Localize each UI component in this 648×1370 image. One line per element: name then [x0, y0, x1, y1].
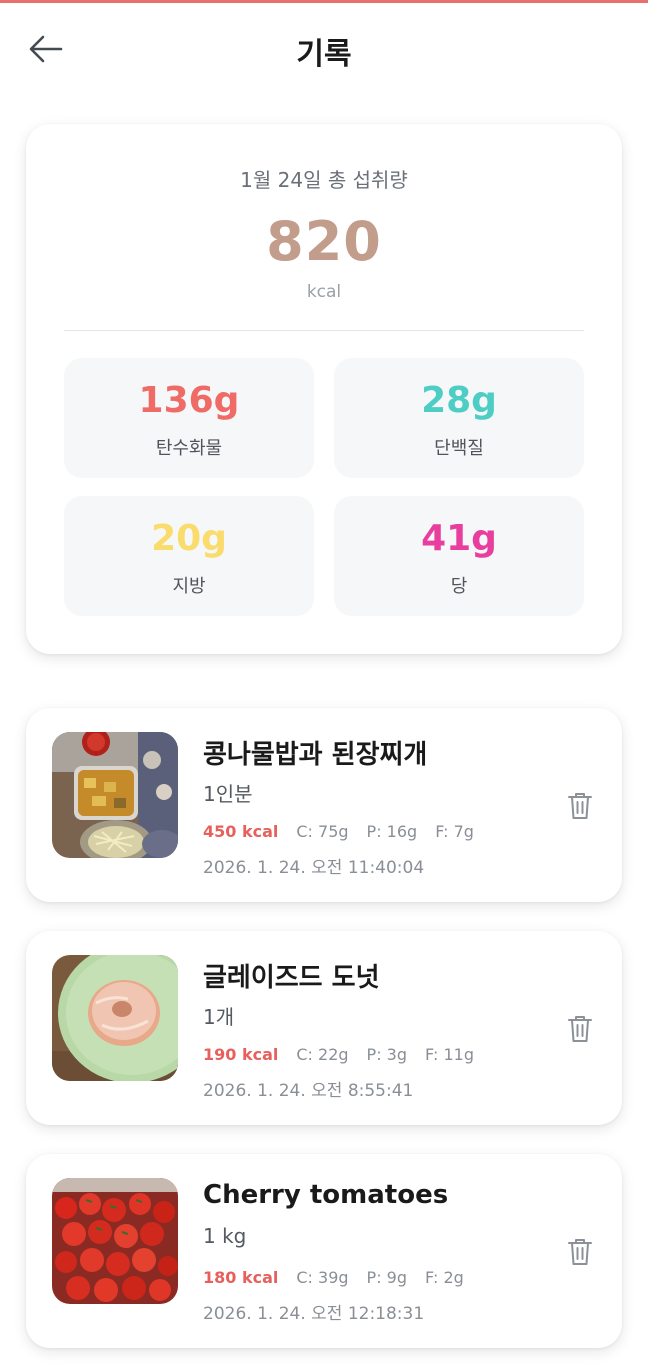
food-kcal: 450 kcal [203, 822, 279, 841]
total-kcal-unit: kcal [306, 282, 342, 302]
food-entry-card[interactable]: 콩나물밥과 된장찌개 1인분 450 kcal C: 75g P: 16g F: 7g… [26, 708, 622, 902]
trash-icon [568, 793, 592, 819]
food-nutrition: 190 kcal C: 22g P: 3g F: 11g [203, 1045, 474, 1064]
trash-icon [568, 1239, 592, 1265]
food-entry-card[interactable]: Cherry tomatoes 1 kg 180 kcal C: 39g P: 9g… [26, 1154, 622, 1348]
food-entry-card[interactable]: 글레이즈드 도넛 1개 190 kcal C: 22g P: 3g F: 11g 20… [26, 931, 622, 1125]
food-fat: F: 11g [425, 1045, 474, 1064]
food-protein: P: 9g [366, 1268, 408, 1287]
food-nutrition: 450 kcal C: 75g P: 16g F: 7g [203, 822, 474, 841]
macro-card-sugar: 41g 당 [334, 496, 584, 616]
macro-card-carbs: 136g 탄수화물 [64, 358, 314, 478]
daily-summary-card: 1월 24일 총 섭취량 820 kcal 136g 탄수화물 28g 단백질 … [26, 124, 622, 654]
food-name: 콩나물밥과 된장찌개 [203, 740, 428, 770]
fat-value: 20g [151, 518, 227, 559]
sugar-value: 41g [421, 518, 497, 559]
delete-button[interactable] [564, 1234, 596, 1270]
protein-label: 단백질 [434, 438, 484, 459]
food-fat: F: 7g [435, 822, 474, 841]
fat-label: 지방 [172, 576, 206, 597]
food-kcal: 190 kcal [203, 1045, 279, 1064]
delete-button[interactable] [564, 1011, 596, 1047]
carbs-value: 136g [138, 380, 240, 421]
page-title: 기록 [296, 37, 352, 72]
food-name: Cherry tomatoes [203, 1180, 449, 1210]
food-timestamp: 2026. 1. 24. 오전 11:40:04 [203, 858, 425, 878]
food-nutrition: 180 kcal C: 39g P: 9g F: 2g [203, 1268, 464, 1287]
food-protein: P: 3g [366, 1045, 408, 1064]
food-photo [52, 732, 178, 858]
macro-card-protein: 28g 단백질 [334, 358, 584, 478]
summary-date-label: 1월 24일 총 섭취량 [240, 168, 408, 192]
food-quantity: 1 kg [203, 1224, 247, 1248]
food-carbs: C: 39g [296, 1268, 349, 1287]
summary-divider [64, 330, 584, 331]
food-protein: P: 16g [366, 822, 418, 841]
food-quantity: 1개 [203, 1005, 235, 1029]
sugar-label: 당 [450, 576, 468, 597]
protein-value: 28g [421, 380, 497, 421]
delete-button[interactable] [564, 788, 596, 824]
food-photo [52, 1178, 178, 1304]
macro-card-fat: 20g 지방 [64, 496, 314, 616]
food-name: 글레이즈드 도넛 [203, 963, 380, 993]
food-kcal: 180 kcal [203, 1268, 279, 1287]
total-kcal-value: 820 [266, 210, 382, 273]
food-fat: F: 2g [425, 1268, 464, 1287]
carbs-label: 탄수화물 [155, 438, 223, 459]
food-timestamp: 2026. 1. 24. 오전 12:18:31 [203, 1304, 425, 1324]
food-quantity: 1인분 [203, 782, 253, 806]
trash-icon [568, 1016, 592, 1042]
food-carbs: C: 22g [296, 1045, 349, 1064]
food-photo [52, 955, 178, 1081]
food-carbs: C: 75g [296, 822, 349, 841]
food-timestamp: 2026. 1. 24. 오전 8:55:41 [203, 1081, 414, 1101]
app-header: 기록 [0, 3, 648, 93]
